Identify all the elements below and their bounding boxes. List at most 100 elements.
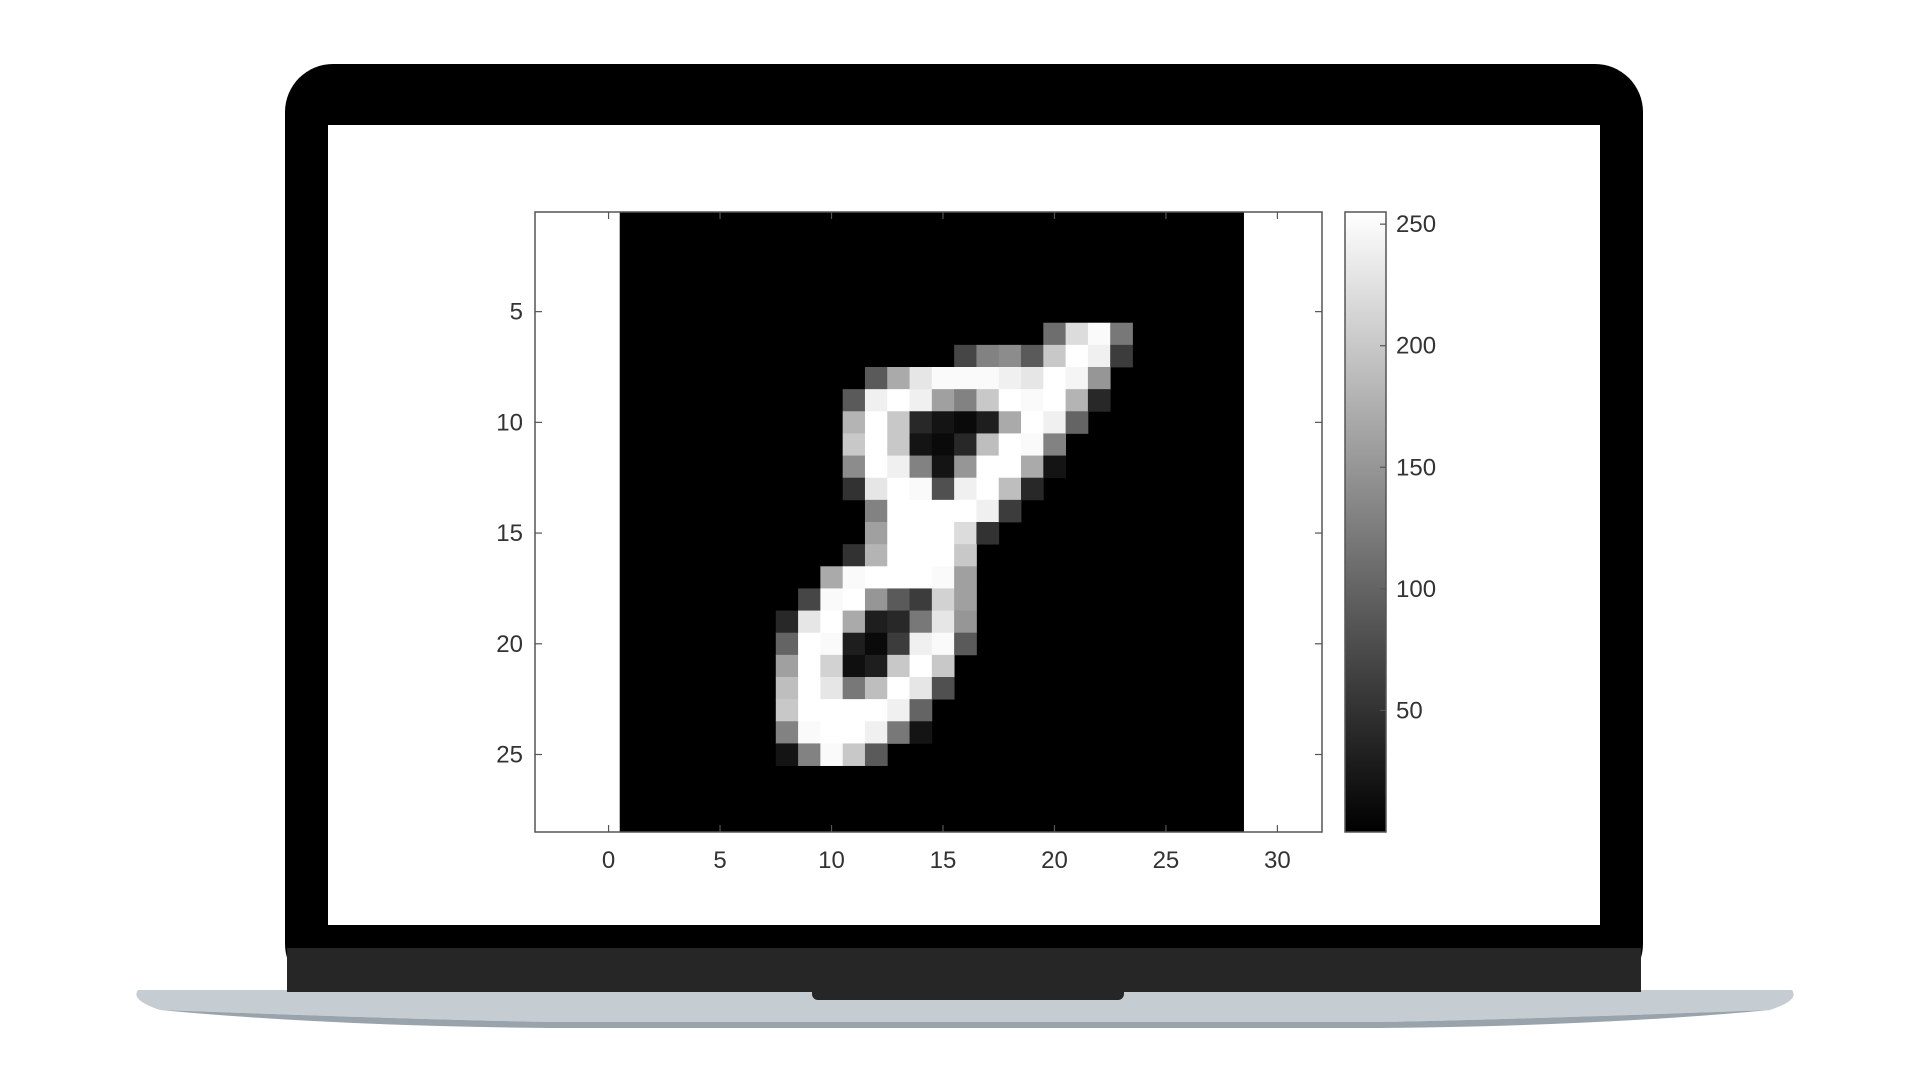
- image-pixel: [798, 632, 821, 656]
- colorbar-tick-label: 150: [1396, 454, 1436, 481]
- image-pixel: [887, 632, 910, 656]
- image-pixel: [864, 477, 888, 501]
- image-pixel: [842, 433, 866, 456]
- image-pixel: [887, 610, 910, 634]
- image-pixel: [864, 610, 888, 634]
- image-pixel: [1021, 477, 1044, 501]
- image-pixel: [887, 721, 910, 744]
- image-pixel: [775, 654, 799, 678]
- image-pixel: [864, 499, 888, 523]
- image-pixel: [998, 477, 1022, 501]
- image-pixel: [931, 677, 955, 700]
- image-pixel: [909, 721, 933, 744]
- image-pixel: [998, 455, 1022, 479]
- image-pixel: [909, 389, 933, 412]
- image-pixel: [1087, 367, 1111, 390]
- colorbar-tick-label: 200: [1396, 333, 1436, 360]
- image-pixel: [864, 411, 888, 434]
- image-pixel: [1021, 411, 1044, 434]
- image-pixel: [909, 632, 933, 656]
- image-pixel: [887, 433, 910, 456]
- image-pixel: [775, 699, 799, 722]
- image-pixel: [842, 477, 866, 501]
- image-pixel: [887, 522, 910, 545]
- image-pixel: [1043, 344, 1067, 368]
- image-pixels: [619, 212, 1244, 832]
- y-tick-label: 10: [496, 409, 523, 436]
- image-pixel: [976, 411, 1000, 434]
- image-pixel: [864, 389, 888, 412]
- image-pixel: [954, 367, 977, 390]
- image-pixel: [998, 499, 1022, 523]
- image-pixel: [931, 632, 955, 656]
- image-pixel: [909, 411, 933, 434]
- image-pixel: [864, 699, 888, 722]
- image-pixel: [909, 367, 933, 390]
- image-pixel: [1087, 344, 1111, 368]
- image-pixel: [1021, 389, 1044, 412]
- image-pixel: [864, 566, 888, 589]
- image-pixel: [909, 544, 933, 567]
- image-pixel: [931, 654, 955, 678]
- image-pixel: [887, 654, 910, 678]
- x-tick-label: 0: [602, 847, 615, 874]
- image-pixel: [864, 721, 888, 744]
- image-pixel: [931, 477, 955, 501]
- image-pixel: [842, 632, 866, 656]
- image-pixel: [909, 610, 933, 634]
- image-pixel: [798, 677, 821, 700]
- image-pixel: [820, 721, 844, 744]
- image-pixel: [1021, 455, 1044, 479]
- image-pixel: [976, 522, 1000, 545]
- image-pixel: [931, 367, 955, 390]
- image-pixel: [909, 499, 933, 523]
- image-pixel: [820, 654, 844, 678]
- y-tick-label: 20: [496, 631, 523, 658]
- x-tick-label: 10: [818, 847, 845, 874]
- image-pixel: [931, 411, 955, 434]
- image-pixel: [954, 433, 977, 456]
- colorbar-tick-label: 100: [1396, 576, 1436, 603]
- image-pixel: [931, 544, 955, 567]
- image-pixel: [842, 455, 866, 479]
- image-pixel: [842, 411, 866, 434]
- x-tick-label: 5: [713, 847, 726, 874]
- image-pixel: [931, 610, 955, 634]
- image-pixel: [1110, 322, 1133, 346]
- image-pixel: [798, 610, 821, 634]
- image-pixel: [976, 389, 1000, 412]
- image-pixel: [954, 566, 977, 589]
- image-pixel: [1110, 344, 1133, 368]
- image-pixel: [864, 677, 888, 700]
- image-pixel: [887, 588, 910, 611]
- image-pixel: [976, 499, 1000, 523]
- image-pixel: [909, 699, 933, 722]
- image-pixel: [954, 411, 977, 434]
- image-pixel: [820, 566, 844, 589]
- x-tick-label: 25: [1153, 847, 1180, 874]
- image-pixel: [998, 344, 1022, 368]
- image-pixel: [1065, 411, 1089, 434]
- image-pixel: [887, 699, 910, 722]
- image-pixel: [976, 477, 1000, 501]
- image-pixel: [887, 367, 910, 390]
- image-pixel: [887, 544, 910, 567]
- laptop-hinge: [287, 948, 1641, 992]
- image-pixel: [842, 566, 866, 589]
- image-pixel: [864, 455, 888, 479]
- image-pixel: [820, 610, 844, 634]
- image-pixel: [864, 743, 888, 766]
- image-pixel: [820, 743, 844, 766]
- image-pixel: [798, 699, 821, 722]
- image-pixel: [887, 411, 910, 434]
- image-pixel: [998, 433, 1022, 456]
- image-pixel: [1021, 367, 1044, 390]
- y-tick-label: 25: [496, 742, 523, 769]
- image-pixel: [1043, 455, 1067, 479]
- image-pixel: [998, 389, 1022, 412]
- image-pixel: [820, 632, 844, 656]
- image-pixel: [954, 544, 977, 567]
- image-pixel: [1021, 344, 1044, 368]
- image-pixel: [864, 632, 888, 656]
- image-pixel: [775, 610, 799, 634]
